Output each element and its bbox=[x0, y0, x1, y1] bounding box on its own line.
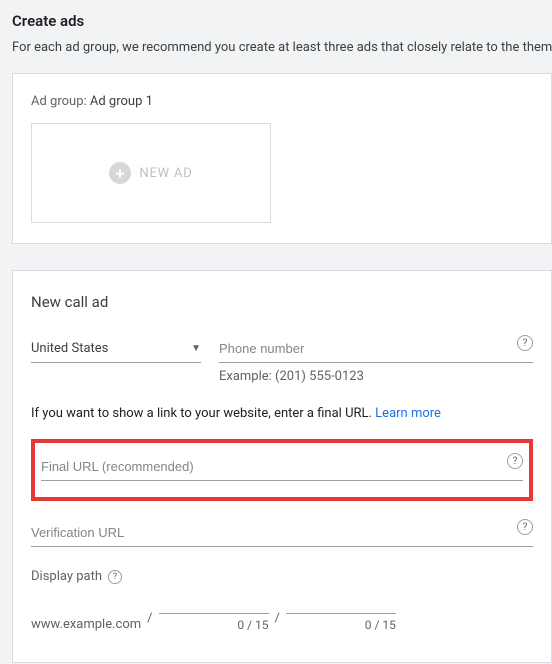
new-ad-label: NEW AD bbox=[139, 166, 192, 181]
ad-group-prefix: Ad group: bbox=[31, 94, 87, 109]
learn-more-link[interactable]: Learn more bbox=[375, 406, 441, 421]
country-select[interactable]: United States ▼ bbox=[31, 337, 201, 363]
ad-group-card: Ad group: Ad group 1 + NEW AD bbox=[12, 73, 552, 244]
help-icon[interactable]: ? bbox=[517, 519, 533, 535]
plus-circle-icon: + bbox=[109, 162, 131, 184]
phone-number-input[interactable] bbox=[219, 337, 533, 363]
path-separator: / bbox=[275, 611, 280, 632]
path1-counter: 0 / 15 bbox=[159, 618, 269, 632]
form-title: New call ad bbox=[31, 293, 533, 311]
display-path-label: Display path bbox=[31, 569, 102, 584]
page-subtitle: For each ad group, we recommend you crea… bbox=[12, 40, 552, 55]
final-url-hint-text: If you want to show a link to your websi… bbox=[31, 406, 375, 421]
new-ad-button[interactable]: + NEW AD bbox=[31, 123, 271, 223]
help-icon[interactable]: ? bbox=[507, 453, 523, 469]
help-icon[interactable]: ? bbox=[108, 570, 122, 584]
verification-url-input[interactable] bbox=[31, 521, 533, 547]
final-url-highlight: ? bbox=[31, 439, 533, 501]
display-path-1-input[interactable] bbox=[159, 592, 269, 614]
country-selected-value: United States bbox=[31, 341, 108, 356]
ad-group-name: Ad group 1 bbox=[90, 94, 153, 109]
final-url-input[interactable] bbox=[41, 455, 523, 481]
chevron-down-icon: ▼ bbox=[191, 343, 201, 354]
display-path-2-input[interactable] bbox=[286, 592, 396, 614]
path-separator: / bbox=[147, 611, 152, 632]
new-call-ad-form: New call ad United States ▼ ? Example: (… bbox=[12, 270, 552, 663]
ad-group-label: Ad group: Ad group 1 bbox=[31, 94, 533, 109]
display-path-domain: www.example.com bbox=[31, 617, 141, 632]
final-url-hint: If you want to show a link to your websi… bbox=[31, 406, 533, 421]
help-icon[interactable]: ? bbox=[517, 335, 533, 351]
path2-counter: 0 / 15 bbox=[286, 618, 396, 632]
page-title: Create ads bbox=[12, 12, 552, 30]
phone-example-text: Example: (201) 555-0123 bbox=[219, 369, 533, 384]
